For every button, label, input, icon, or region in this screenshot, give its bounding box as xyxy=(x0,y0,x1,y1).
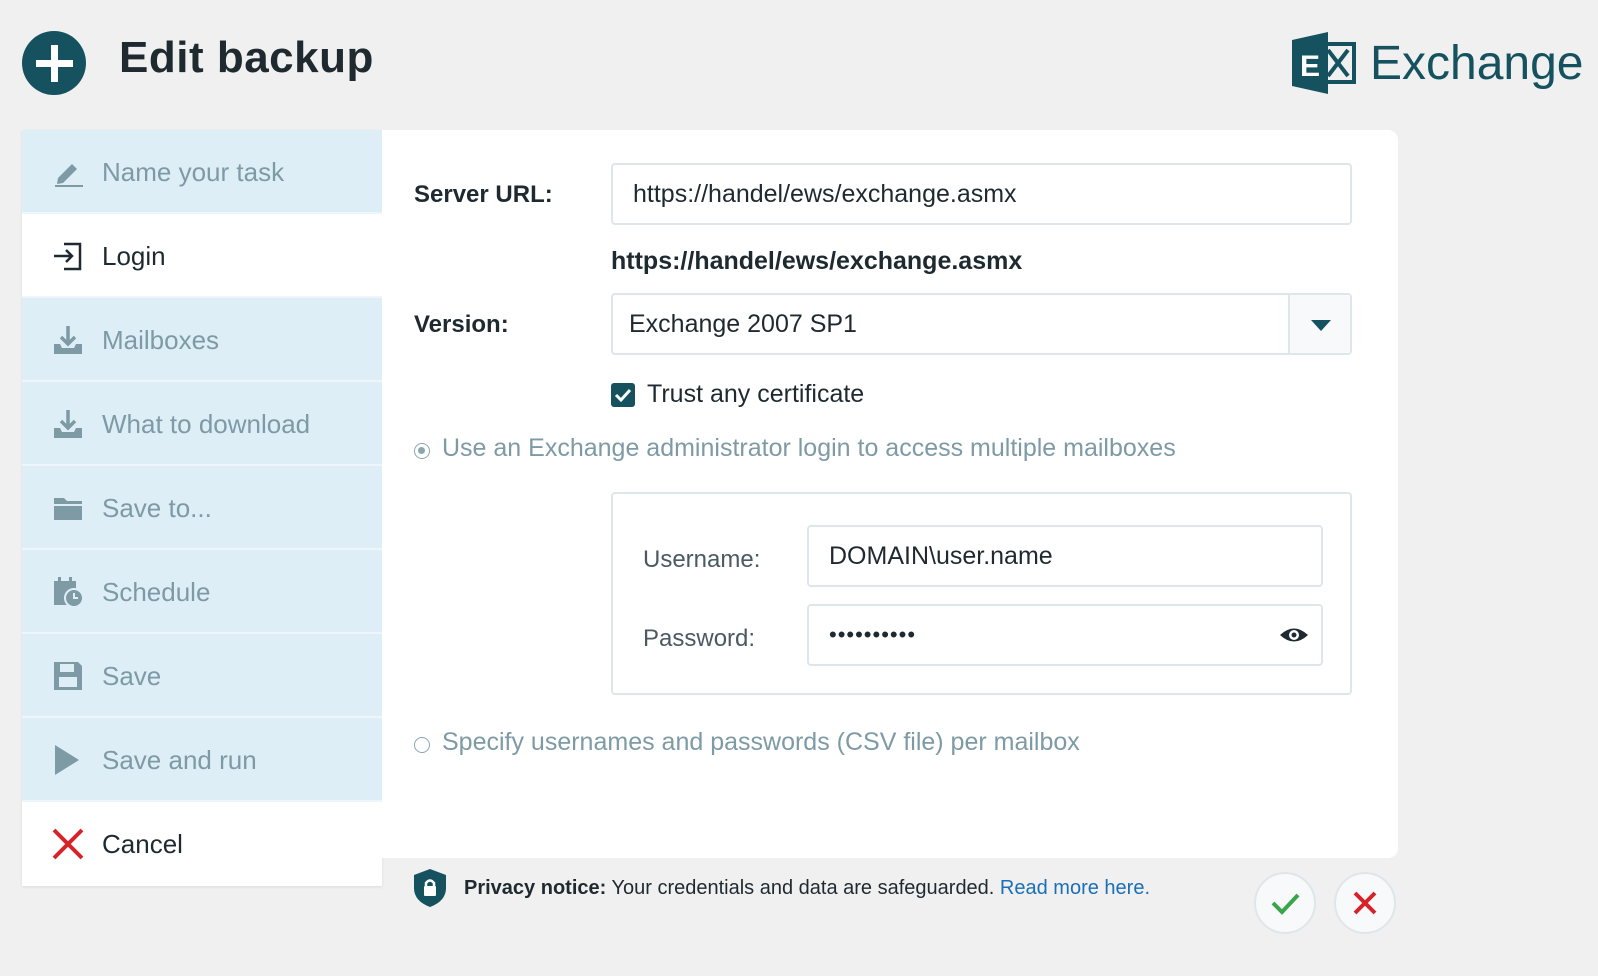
sidebar-item-save-and-run[interactable]: Save and run xyxy=(22,718,382,802)
close-icon xyxy=(1353,891,1377,915)
version-select[interactable]: Exchange 2007 SP1 xyxy=(611,293,1352,355)
play-icon xyxy=(55,745,79,775)
trust-certificate-label: Trust any certificate xyxy=(647,380,865,408)
sidebar-item-schedule[interactable]: Schedule xyxy=(22,550,382,634)
shield-lock-icon xyxy=(414,869,446,907)
folder-icon xyxy=(54,498,82,520)
wizard-sidebar: Name your task Login Mailboxes What to d… xyxy=(22,130,382,886)
add-icon xyxy=(22,31,86,95)
calendar-clock-icon xyxy=(54,577,84,608)
trust-certificate-checkbox[interactable] xyxy=(611,383,635,407)
admin-login-label: Use an Exchange administrator login to a… xyxy=(442,434,1176,462)
privacy-body: Your credentials and data are safeguarde… xyxy=(606,877,1000,899)
sidebar-item-cancel[interactable]: Cancel xyxy=(22,802,382,886)
exchange-logo: E Exchange xyxy=(1292,32,1584,94)
server-url-label: Server URL: xyxy=(414,181,553,208)
cancel-button[interactable] xyxy=(1334,872,1396,934)
server-url-input[interactable]: https://handel/ews/exchange.asmx xyxy=(611,163,1352,225)
admin-credentials-box: Username: DOMAIN\user.name Password: •••… xyxy=(611,492,1352,695)
sidebar-item-save[interactable]: Save xyxy=(22,634,382,718)
server-url-preview: https://handel/ews/exchange.asmx xyxy=(611,247,1023,275)
chevron-down-icon[interactable] xyxy=(1288,295,1350,353)
sidebar-item-save-to[interactable]: Save to... xyxy=(22,466,382,550)
check-icon xyxy=(614,388,632,403)
logo-text: Exchange xyxy=(1370,37,1584,90)
sidebar-item-mailboxes[interactable]: Mailboxes xyxy=(22,298,382,382)
logo-mark-letter: E xyxy=(1300,50,1320,83)
eye-icon[interactable] xyxy=(1279,622,1309,648)
password-input[interactable]: •••••••••• xyxy=(807,604,1323,666)
page-title: Edit backup xyxy=(119,33,374,82)
sidebar-item-name-your-task[interactable]: Name your task xyxy=(22,130,382,214)
csv-login-radio[interactable] xyxy=(414,737,430,753)
login-icon xyxy=(54,242,82,271)
privacy-title: Privacy notice: xyxy=(464,877,607,899)
pencil-icon xyxy=(55,164,83,187)
download-icon xyxy=(54,410,82,438)
check-icon xyxy=(1271,893,1300,915)
username-input[interactable]: DOMAIN\user.name xyxy=(807,525,1323,587)
floppy-icon xyxy=(54,662,82,690)
csv-login-label: Specify usernames and passwords (CSV fil… xyxy=(442,728,1080,756)
username-label: Username: xyxy=(643,546,761,573)
version-label: Version: xyxy=(414,311,509,338)
close-icon xyxy=(52,828,84,860)
password-label: Password: xyxy=(643,625,756,652)
exchange-logo-icon: E xyxy=(1292,32,1356,94)
sidebar-item-login[interactable]: Login xyxy=(22,214,382,298)
admin-login-radio[interactable] xyxy=(414,443,430,459)
download-icon xyxy=(54,326,82,354)
login-form-panel: Server URL: https://handel/ews/exchange.… xyxy=(382,130,1398,858)
privacy-read-more-link[interactable]: Read more here. xyxy=(1000,877,1150,899)
sidebar-item-what-to-download[interactable]: What to download xyxy=(22,382,382,466)
confirm-button[interactable] xyxy=(1254,872,1316,934)
privacy-notice: Privacy notice: Your credentials and dat… xyxy=(412,862,1212,912)
